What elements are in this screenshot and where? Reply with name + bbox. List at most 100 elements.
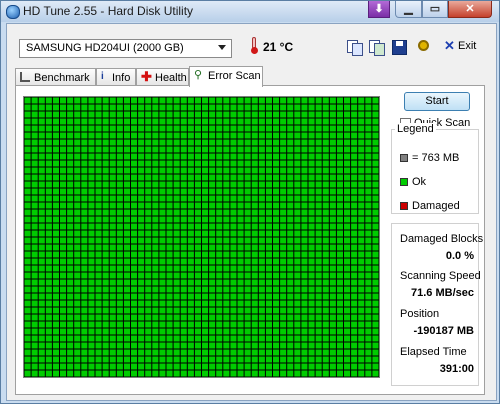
scan-block — [336, 272, 343, 279]
scan-block — [116, 314, 123, 321]
scan-block — [372, 188, 379, 195]
scan-block — [52, 111, 59, 118]
scan-block — [351, 139, 358, 146]
scan-block — [152, 251, 159, 258]
scan-block — [102, 132, 109, 139]
scan-block — [123, 111, 130, 118]
scan-block — [202, 216, 209, 223]
exit-button[interactable]: ✕ Exit — [444, 38, 484, 55]
scan-block — [344, 132, 351, 139]
scan-block — [60, 118, 67, 125]
scan-block — [138, 335, 145, 342]
scan-block — [265, 174, 272, 181]
scan-block — [372, 272, 379, 279]
scan-block — [223, 125, 230, 132]
scan-block — [329, 160, 336, 167]
scan-block — [173, 370, 180, 377]
scan-block — [287, 279, 294, 286]
maximize-button[interactable]: ▭ — [422, 1, 448, 18]
close-button[interactable]: ✕ — [448, 1, 492, 18]
scan-block — [280, 174, 287, 181]
tab-benchmark[interactable]: Benchmark — [15, 68, 96, 86]
scan-block — [52, 209, 59, 216]
scan-block — [74, 370, 81, 377]
scan-block — [365, 167, 372, 174]
title-bar[interactable]: HD Tune 2.55 - Hard Disk Utility ⬇ ▁ ▭ ✕ — [1, 1, 499, 22]
scan-block — [301, 167, 308, 174]
scan-block — [138, 251, 145, 258]
scan-block — [102, 300, 109, 307]
scan-block — [81, 314, 88, 321]
scan-block — [88, 202, 95, 209]
scan-block — [116, 342, 123, 349]
scan-block — [166, 153, 173, 160]
scan-block — [315, 370, 322, 377]
tab-info[interactable]: i Info — [96, 68, 136, 86]
scan-block — [38, 370, 45, 377]
scan-block — [145, 223, 152, 230]
minimize-button[interactable]: ▁ — [395, 1, 422, 18]
scan-block — [180, 335, 187, 342]
scan-block — [116, 181, 123, 188]
scan-block — [230, 167, 237, 174]
scan-block — [351, 349, 358, 356]
scan-block — [237, 314, 244, 321]
scan-block — [109, 209, 116, 216]
tray-button[interactable]: ⬇ — [368, 1, 390, 18]
scan-block — [159, 237, 166, 244]
scan-block — [351, 188, 358, 195]
scan-block — [273, 328, 280, 335]
scan-block — [67, 223, 74, 230]
scan-block — [109, 111, 116, 118]
scan-block — [31, 97, 38, 104]
scan-block — [336, 335, 343, 342]
scan-block — [67, 300, 74, 307]
scan-block — [251, 160, 258, 167]
scan-block — [280, 188, 287, 195]
scan-block — [74, 125, 81, 132]
scan-block — [24, 349, 31, 356]
scan-block — [52, 293, 59, 300]
scan-block — [273, 146, 280, 153]
tab-error-scan[interactable]: ⚲ Error Scan — [189, 66, 263, 87]
scan-block — [88, 244, 95, 251]
scan-block — [24, 342, 31, 349]
scan-block — [95, 349, 102, 356]
scan-block — [81, 153, 88, 160]
scan-block — [116, 258, 123, 265]
scan-block — [60, 258, 67, 265]
scan-block — [280, 118, 287, 125]
options-button[interactable] — [416, 38, 434, 56]
tab-health[interactable]: ✚ Health — [136, 68, 189, 86]
scan-block — [372, 146, 379, 153]
legend-swatch-damaged — [400, 202, 408, 210]
scan-block — [194, 118, 201, 125]
scan-block — [102, 279, 109, 286]
drive-dropdown[interactable]: SAMSUNG HD204UI (2000 GB) — [19, 39, 232, 58]
scan-block — [52, 195, 59, 202]
scan-block — [38, 356, 45, 363]
scan-block — [81, 216, 88, 223]
scan-block — [329, 293, 336, 300]
scan-block — [202, 104, 209, 111]
scan-block — [45, 293, 52, 300]
scan-block — [315, 272, 322, 279]
scan-block — [344, 342, 351, 349]
error-scan-panel: Start Quick Scan Legend = 763 MB Ok Dama… — [15, 85, 485, 395]
save-button[interactable] — [390, 38, 408, 56]
scan-block — [81, 118, 88, 125]
copy-screenshot-button[interactable] — [367, 38, 385, 56]
scan-block — [294, 342, 301, 349]
scan-block — [31, 356, 38, 363]
scan-block — [358, 160, 365, 167]
scan-block — [95, 286, 102, 293]
copy-info-button[interactable] — [345, 38, 363, 56]
start-button[interactable]: Start — [404, 92, 470, 111]
scan-block — [52, 321, 59, 328]
scan-block — [159, 349, 166, 356]
scan-block — [301, 230, 308, 237]
scan-block — [322, 153, 329, 160]
scan-block — [131, 132, 138, 139]
scan-block — [344, 286, 351, 293]
scan-block — [294, 258, 301, 265]
